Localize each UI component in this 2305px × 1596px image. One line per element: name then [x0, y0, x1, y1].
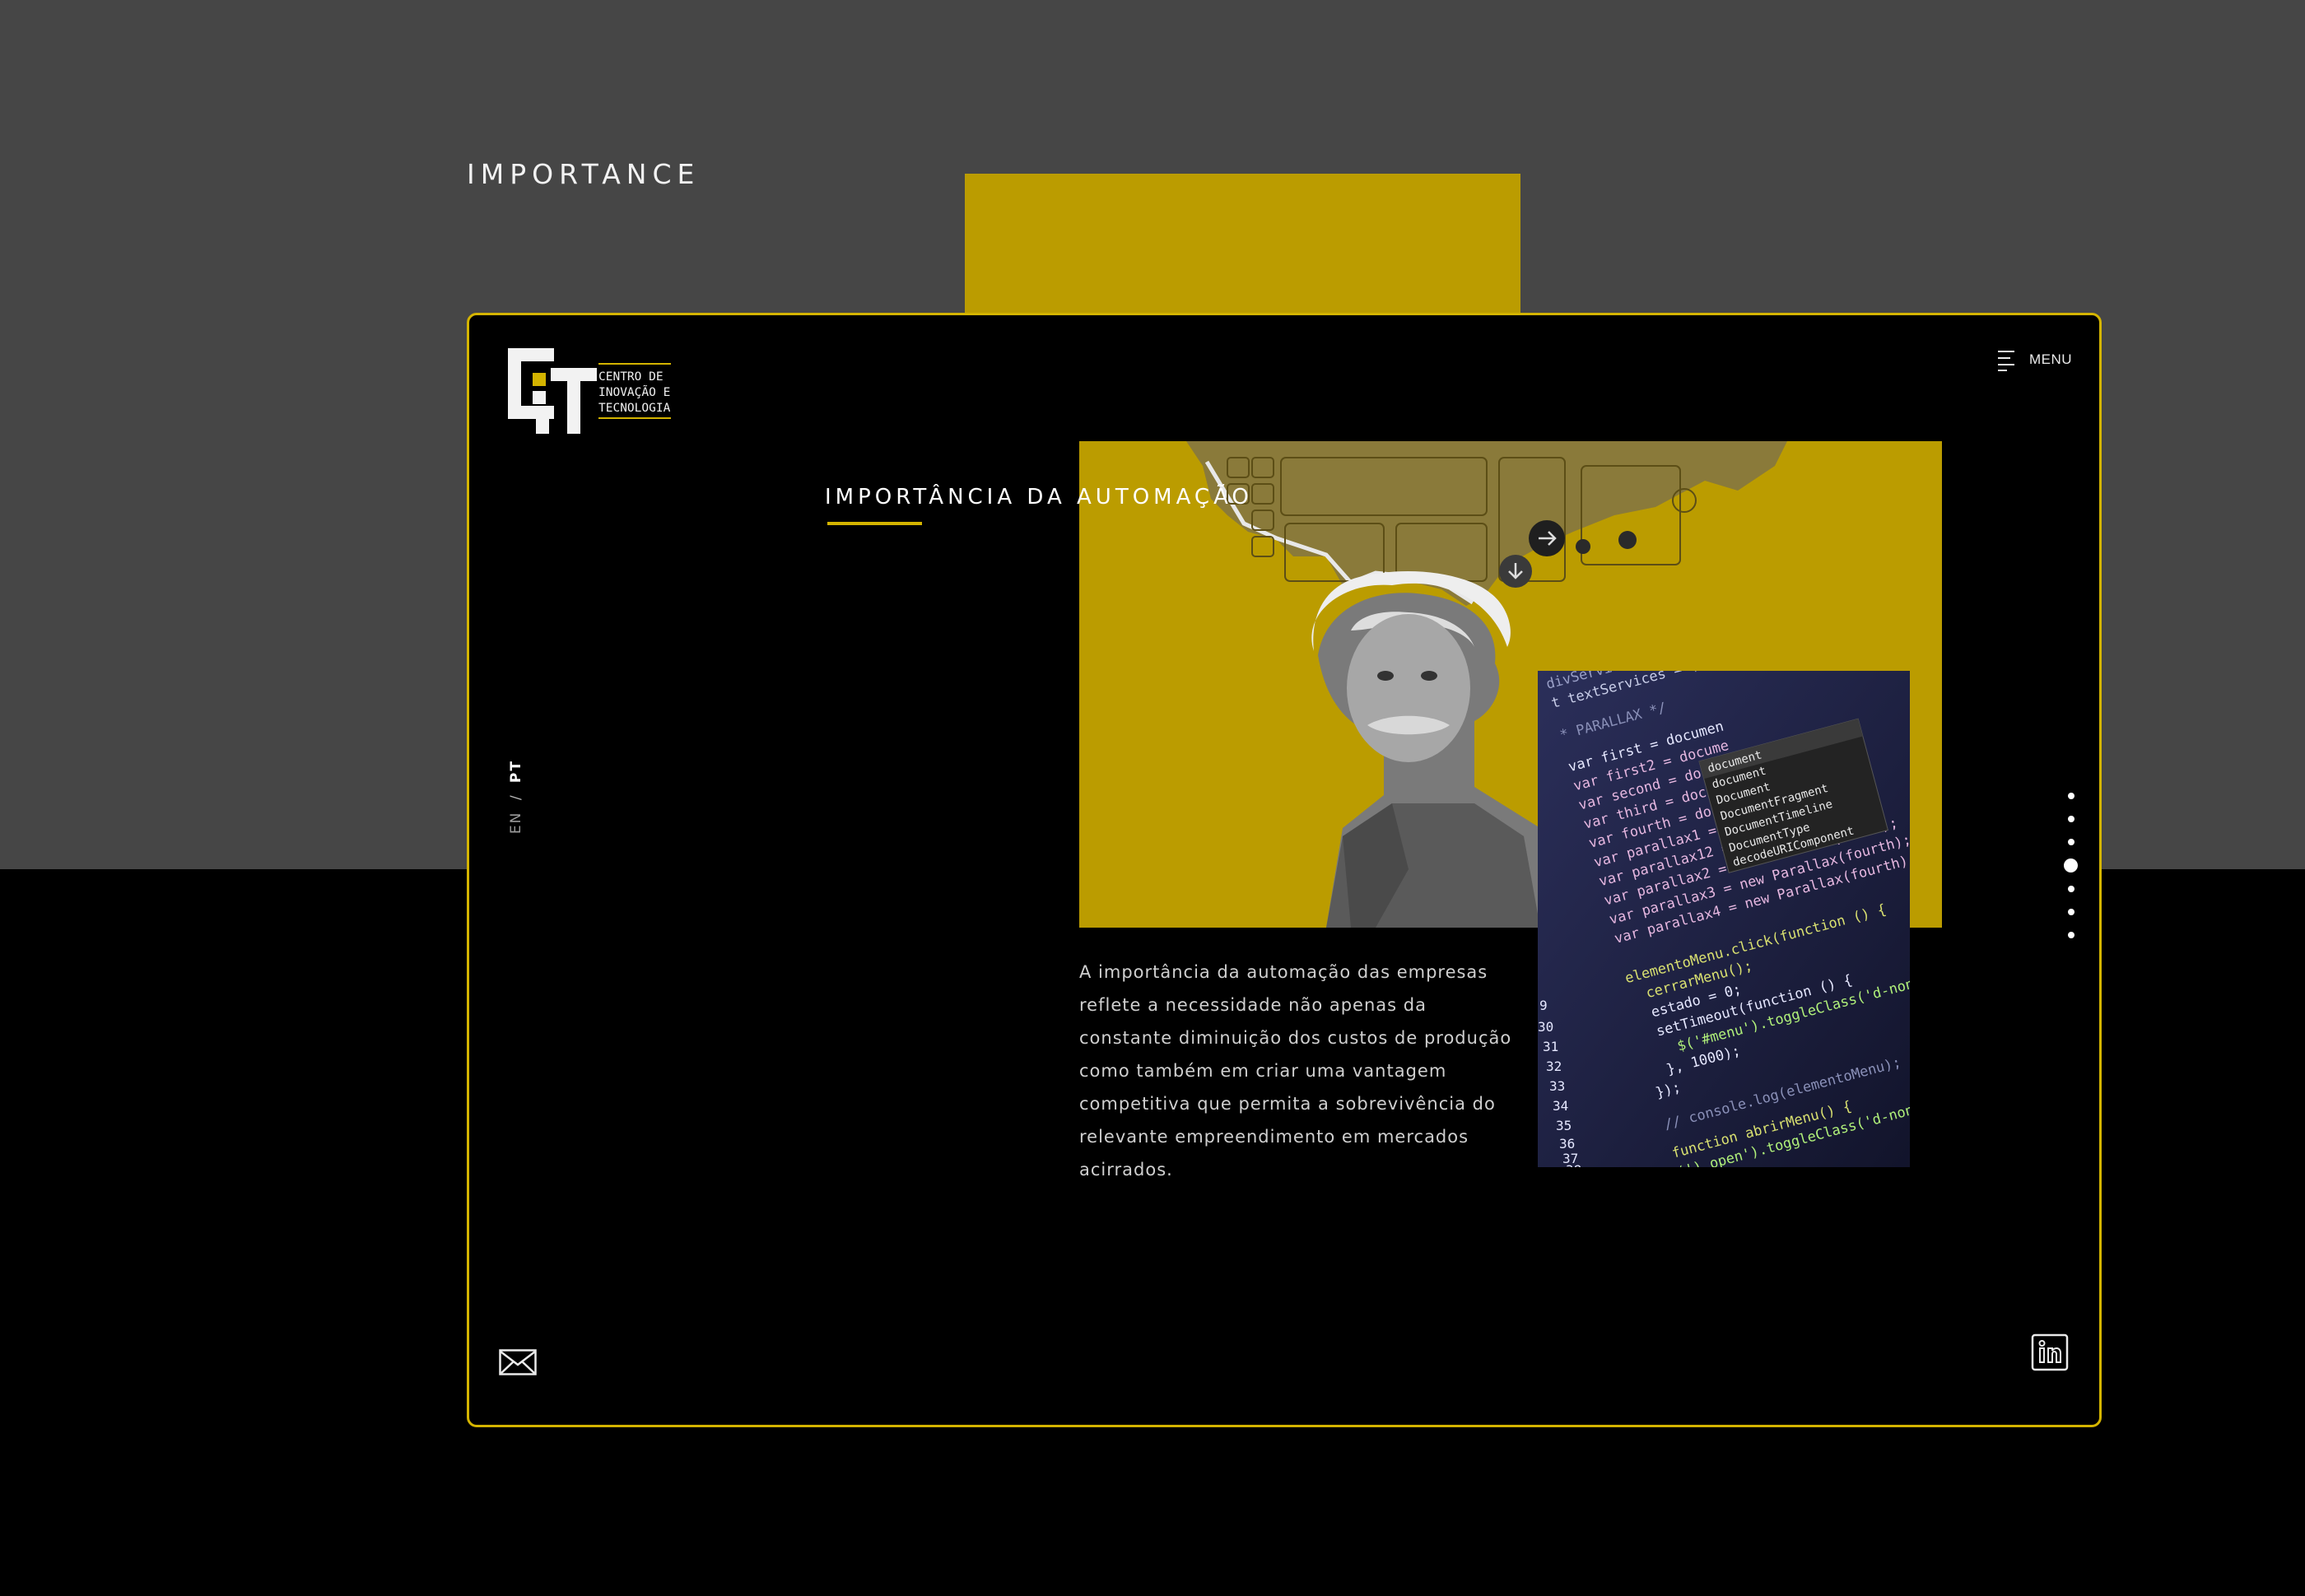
line-number: 31: [1543, 1039, 1558, 1054]
pagination-dot-active[interactable]: [2064, 858, 2078, 872]
mail-icon[interactable]: [499, 1349, 537, 1380]
hamburger-icon: [1998, 351, 2014, 371]
line-number: 35: [1556, 1118, 1572, 1133]
logo-text: CENTRO DE INOVAÇÃO E TECNOLOGIA: [598, 370, 670, 416]
logo-text-line: INOVAÇÃO E: [598, 386, 671, 399]
intro-paragraph: A importância da automação das empresas …: [1079, 962, 1512, 1180]
code-screenshot: divServices t textServices = $('#service…: [1538, 671, 1910, 1167]
logo-accent-line: [598, 417, 671, 419]
section-pagination: [2064, 793, 2078, 938]
logo-accent-line: [598, 363, 671, 365]
pagination-dot[interactable]: [2067, 816, 2074, 822]
line-number: 32: [1546, 1059, 1562, 1074]
logo-text-line: TECNOLOGIA: [598, 402, 671, 415]
pagination-dot[interactable]: [2067, 793, 2074, 799]
line-number: 34: [1553, 1098, 1568, 1114]
lang-option-pt[interactable]: PT: [508, 760, 524, 783]
section-label: IMPORTANCE: [467, 158, 701, 190]
line-number: 33: [1549, 1078, 1565, 1094]
lang-option-en[interactable]: EN: [508, 812, 524, 834]
yellow-accent-block: [965, 174, 1520, 314]
logo-text-line: CENTRO DE: [598, 370, 664, 384]
pagination-dot[interactable]: [2067, 886, 2074, 892]
page-title: IMPORTÂNCIA DA AUTOMAÇÃO: [825, 485, 1253, 510]
line-number: 30: [1538, 1019, 1553, 1035]
title-underline: [827, 522, 922, 525]
code-editor-image: divServices t textServices = $('#service…: [1538, 671, 1910, 1167]
menu-button[interactable]: MENU: [1998, 348, 2072, 371]
line-number: 38: [1566, 1162, 1581, 1167]
lang-separator: /: [508, 793, 524, 801]
pagination-dot[interactable]: [2067, 909, 2074, 915]
website-mockup-frame: CENTRO DE INOVAÇÃO E TECNOLOGIA MENU EN …: [467, 313, 2102, 1427]
line-number: 36: [1559, 1136, 1575, 1152]
line-number: 9: [1539, 998, 1548, 1013]
linkedin-icon[interactable]: [2031, 1333, 2069, 1375]
language-switcher: EN / PT: [508, 760, 524, 834]
pagination-dot[interactable]: [2067, 932, 2074, 938]
pagination-dot[interactable]: [2067, 839, 2074, 845]
menu-label: MENU: [2029, 351, 2073, 367]
